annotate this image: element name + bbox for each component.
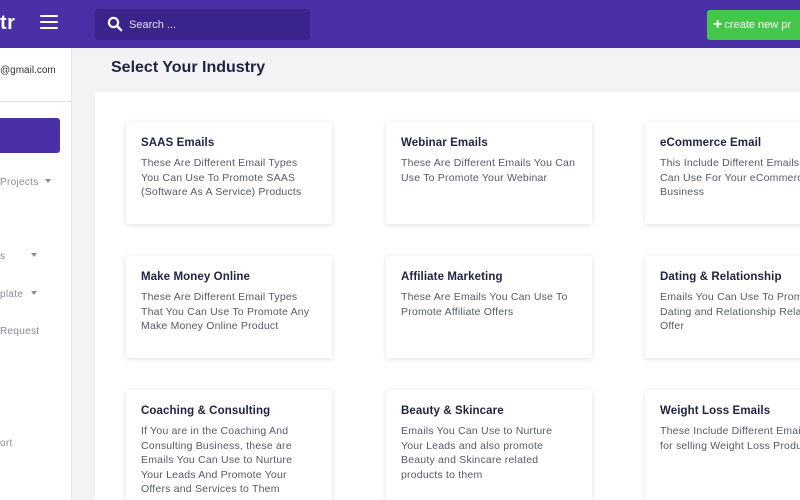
user-email: @gmail.com (0, 65, 56, 76)
caret-down-icon (44, 179, 51, 183)
card-description: Emails You Can Use to Nurture Your Leads… (401, 425, 553, 481)
card-description: This Include Different Emails You Can Us… (660, 157, 800, 198)
sidebar-divider (0, 101, 71, 102)
search-input[interactable] (129, 14, 299, 35)
top-bar: tr +create new pr (0, 0, 800, 48)
industry-grid: SAAS Emails These Are Different Email Ty… (95, 92, 800, 500)
sidebar-item-label: plate (0, 289, 24, 300)
sidebar-item-label: s (0, 251, 6, 262)
page-header: Select Your Industry (95, 48, 800, 92)
industry-card-beauty-skincare[interactable]: Beauty & Skincare Emails You Can Use to … (386, 390, 592, 500)
industry-card-coaching-consulting[interactable]: Coaching & Consulting If You are in the … (126, 390, 332, 500)
card-title: SAAS Emails (141, 137, 215, 149)
card-description: Emails You Can Use To Promote Dating and… (660, 291, 800, 332)
card-title: Make Money Online (141, 271, 251, 283)
industry-card-weight-loss[interactable]: Weight Loss Emails These Include Differe… (645, 390, 800, 500)
search-box (95, 9, 310, 40)
industry-card-saas[interactable]: SAAS Emails These Are Different Email Ty… (126, 122, 332, 224)
card-title: Webinar Emails (401, 137, 488, 149)
sidebar-item-s[interactable]: s (0, 251, 38, 262)
card-description: If You are in the Coaching And Consultin… (141, 425, 293, 495)
caret-down-icon (31, 291, 38, 295)
sidebar-item-request[interactable]: Request (0, 326, 39, 337)
create-new-project-button[interactable]: + create new pr (707, 10, 800, 40)
create-button-label: create new pr (724, 19, 791, 31)
industry-card-webinar[interactable]: Webinar Emails These Are Different Email… (386, 122, 592, 224)
card-description: These Include Different Email Types for … (660, 425, 800, 452)
hamburger-icon[interactable] (40, 15, 58, 31)
card-description: These Are Different Email Types That You… (141, 291, 310, 332)
card-description: These Are Different Email Types You Can … (141, 157, 302, 198)
app-logo[interactable]: tr (0, 12, 15, 35)
card-description: These Are Emails You Can Use To Promote … (401, 291, 568, 318)
card-title: Weight Loss Emails (660, 405, 771, 417)
card-title: Beauty & Skincare (401, 405, 504, 417)
sidebar-item-projects[interactable]: Projects (0, 177, 51, 188)
sidebar-item-label: Projects (0, 177, 39, 188)
card-title: Affiliate Marketing (401, 271, 503, 283)
caret-down-icon (31, 253, 38, 257)
card-title: Coaching & Consulting (141, 405, 271, 417)
page-title: Select Your Industry (111, 59, 266, 76)
industry-card-make-money-online[interactable]: Make Money Online These Are Different Em… (126, 256, 332, 358)
industry-card-affiliate-marketing[interactable]: Affiliate Marketing These Are Emails You… (386, 256, 592, 358)
industry-card-dating-relationship[interactable]: Dating & Relationship Emails You Can Use… (645, 256, 800, 358)
card-title: eCommerce Email (660, 137, 762, 149)
plus-icon: + (713, 16, 723, 33)
sidebar-item-label: Request (0, 326, 40, 337)
industry-card-ecommerce[interactable]: eCommerce Email This Include Different E… (645, 122, 800, 224)
search-icon[interactable] (107, 16, 123, 32)
sidebar-item-label: ort (0, 438, 13, 449)
sidebar: @gmail.com Projects s plate Request ort (0, 48, 72, 500)
sidebar-item-support[interactable]: ort (0, 438, 13, 449)
card-description: These Are Different Emails You Can Use T… (401, 157, 576, 184)
sidebar-item-template[interactable]: plate (0, 289, 38, 300)
card-title: Dating & Relationship (660, 271, 782, 283)
sidebar-primary-button[interactable] (0, 118, 60, 153)
